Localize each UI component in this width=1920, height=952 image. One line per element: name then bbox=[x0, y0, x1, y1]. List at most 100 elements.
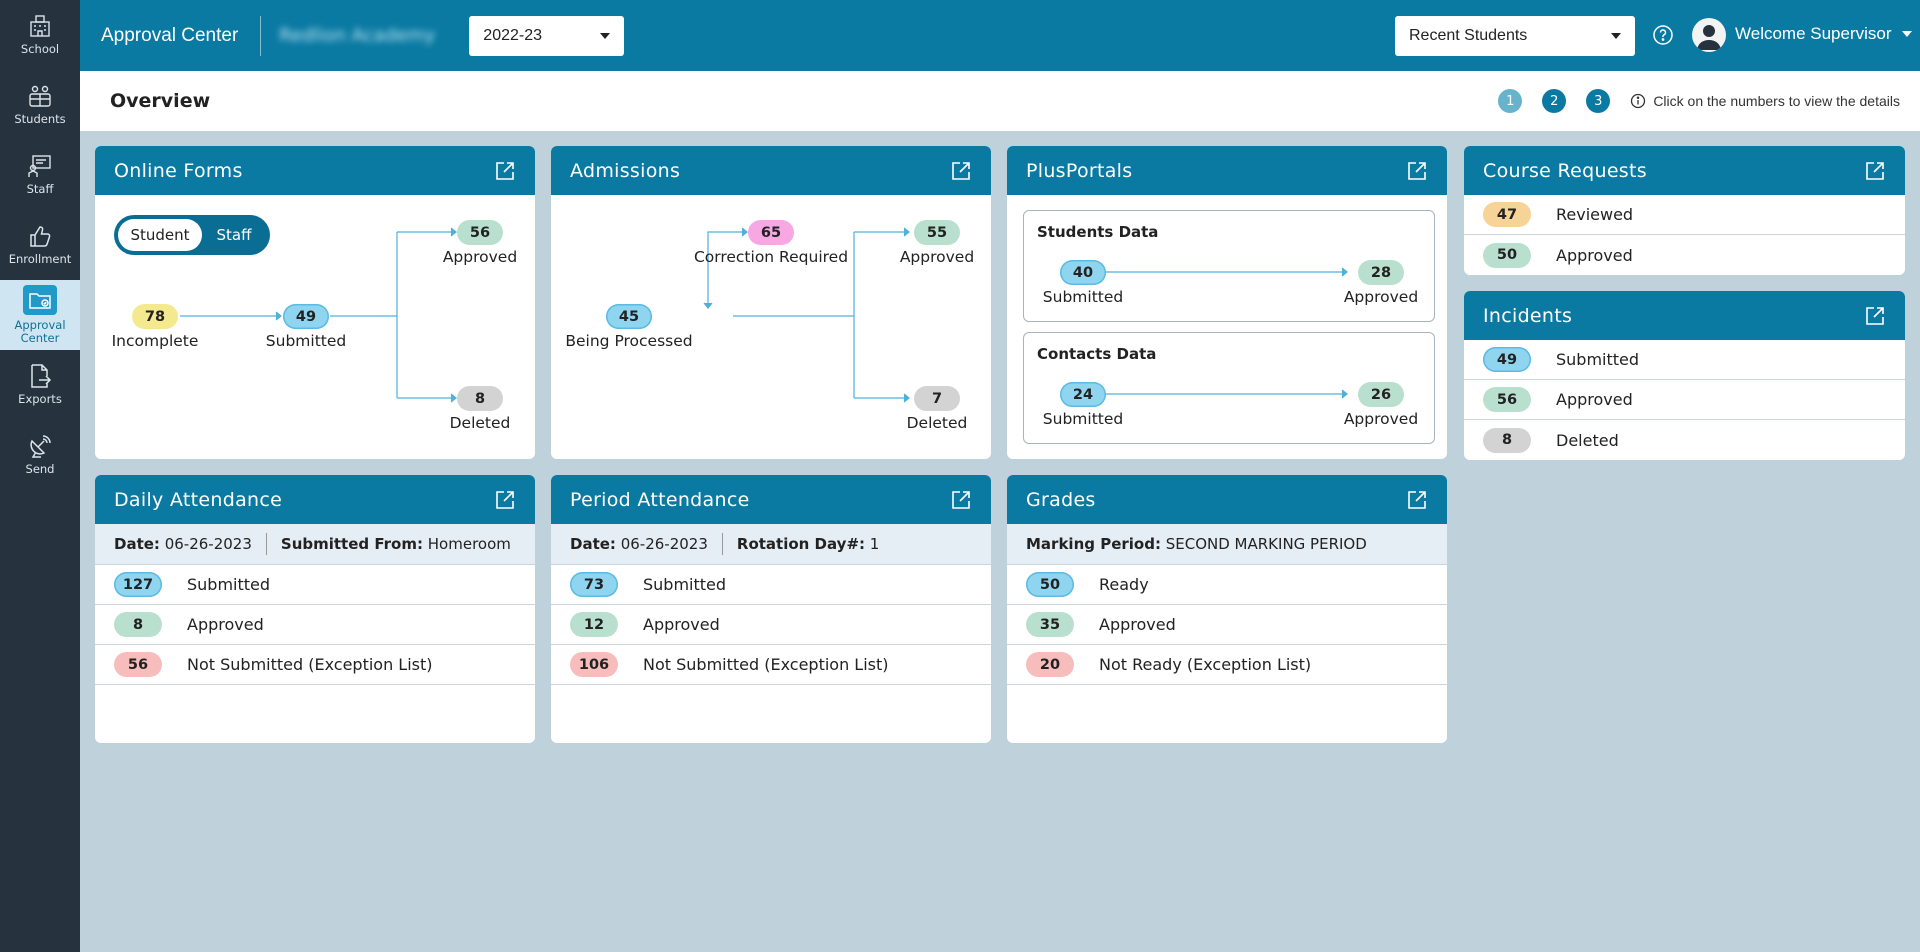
external-link-icon[interactable] bbox=[950, 160, 972, 182]
list-item[interactable]: 47 Reviewed bbox=[1464, 195, 1905, 235]
row-label: Approved bbox=[643, 615, 720, 634]
card-header: PlusPortals bbox=[1007, 146, 1447, 195]
count-badge: 8 bbox=[457, 386, 503, 411]
card-header: Course Requests bbox=[1464, 146, 1905, 195]
sidebar-item-label: Center bbox=[20, 331, 60, 345]
count-badge: 8 bbox=[1483, 427, 1531, 453]
welcome-text: Welcome Supervisor bbox=[1735, 24, 1892, 43]
school-year-select[interactable]: 2022-23 bbox=[469, 15, 625, 56]
list-item[interactable]: 50 Approved bbox=[1464, 235, 1905, 275]
sidebar-item-label: Enrollment bbox=[8, 252, 72, 267]
toggle-student[interactable]: Student bbox=[118, 219, 202, 251]
count-badge: 55 bbox=[914, 220, 960, 245]
count-badge: 35 bbox=[1026, 612, 1074, 637]
legend-number-2[interactable]: 2 bbox=[1542, 89, 1567, 113]
divider bbox=[265, 533, 267, 555]
rotation-day-label: Rotation Day#: bbox=[736, 535, 866, 553]
list-item[interactable]: 50 Ready bbox=[1007, 565, 1447, 605]
card-title: PlusPortals bbox=[1026, 159, 1133, 182]
sidebar-item-label: School bbox=[20, 42, 60, 57]
sidebar-item-send[interactable]: Send bbox=[0, 420, 80, 490]
external-link-icon[interactable] bbox=[494, 489, 516, 511]
external-link-icon[interactable] bbox=[494, 160, 516, 182]
flow-label: Approved bbox=[1343, 288, 1419, 306]
sidebar-item-exports[interactable]: Exports bbox=[0, 350, 80, 420]
chevron-down-icon bbox=[1611, 33, 1621, 39]
card-header: Incidents bbox=[1464, 291, 1905, 340]
flow-label: Incomplete bbox=[111, 332, 199, 350]
flow-node-submitted[interactable]: 24 Submitted bbox=[1038, 382, 1128, 428]
info-row: Date: 06-26-2023 Submitted From: Homeroo… bbox=[95, 524, 535, 565]
student-staff-toggle: Student Staff bbox=[114, 215, 270, 255]
date-value: 06-26-2023 bbox=[620, 535, 708, 553]
divider bbox=[721, 533, 723, 555]
flow-label: Submitted bbox=[265, 332, 347, 350]
external-link-icon[interactable] bbox=[1406, 160, 1428, 182]
flow-node-submitted[interactable]: 40 Submitted bbox=[1038, 260, 1128, 306]
help-icon[interactable] bbox=[1652, 24, 1674, 46]
external-link-icon[interactable] bbox=[950, 489, 972, 511]
flow-node-approved[interactable]: 26 Approved bbox=[1336, 382, 1426, 428]
sidebar-item-school[interactable]: School bbox=[0, 0, 80, 70]
flow-node-deleted[interactable]: 7 Deleted bbox=[897, 386, 977, 432]
flow-node-submitted[interactable]: 49 Submitted bbox=[265, 304, 347, 350]
recent-students-value: Recent Students bbox=[1409, 27, 1528, 44]
toggle-staff[interactable]: Staff bbox=[202, 219, 266, 251]
card-title: Grades bbox=[1026, 488, 1096, 511]
avatar[interactable] bbox=[1692, 18, 1726, 52]
submitted-from-value: Homeroom bbox=[427, 535, 511, 553]
external-link-icon[interactable] bbox=[1864, 160, 1886, 182]
count-badge: 49 bbox=[1483, 347, 1531, 372]
online-forms-flow: Student Staff 78 Incomplete 49 Submitted… bbox=[95, 195, 535, 459]
user-menu[interactable]: Welcome Supervisor bbox=[1735, 24, 1912, 44]
students-icon bbox=[29, 86, 51, 108]
list-item[interactable]: 73 Submitted bbox=[551, 565, 991, 605]
list-item[interactable]: 49 Submitted bbox=[1464, 340, 1905, 380]
folder-approval-icon bbox=[29, 293, 51, 309]
list-item[interactable]: 106 Not Submitted (Exception List) bbox=[551, 645, 991, 685]
count-badge: 45 bbox=[606, 304, 652, 329]
rotation-day-value: 1 bbox=[869, 535, 880, 553]
staff-icon bbox=[28, 155, 51, 178]
row-label: Approved bbox=[1556, 245, 1633, 265]
count-badge: 50 bbox=[1026, 572, 1074, 597]
count-badge: 40 bbox=[1060, 260, 1106, 285]
date-label: Date: bbox=[570, 535, 616, 553]
sidebar-item-approval-center[interactable]: Approval Center bbox=[0, 280, 80, 350]
recent-students-select[interactable]: Recent Students bbox=[1395, 16, 1635, 56]
sidebar-item-staff[interactable]: Staff bbox=[0, 140, 80, 210]
count-badge: 65 bbox=[748, 220, 794, 245]
sidebar-item-students[interactable]: Students bbox=[0, 70, 80, 140]
list-item[interactable]: 127 Submitted bbox=[95, 565, 535, 605]
list-item[interactable]: 35 Approved bbox=[1007, 605, 1447, 645]
sidebar-item-enrollment[interactable]: Enrollment bbox=[0, 210, 80, 280]
list-item[interactable]: 8 Deleted bbox=[1464, 420, 1905, 460]
count-badge: 26 bbox=[1358, 382, 1404, 407]
count-badge: 56 bbox=[114, 652, 162, 677]
count-badge: 56 bbox=[457, 220, 503, 245]
flow-node-approved[interactable]: 56 Approved bbox=[440, 220, 520, 266]
online-forms-card: Online Forms Student Staff 78 Incomplete… bbox=[95, 146, 535, 459]
list-item[interactable]: 20 Not Ready (Exception List) bbox=[1007, 645, 1447, 685]
flow-node-deleted[interactable]: 8 Deleted bbox=[440, 386, 520, 432]
sidebar-item-label: Students bbox=[14, 112, 66, 127]
flow-node-being-processed[interactable]: 45 Being Processed bbox=[565, 304, 693, 350]
list-item[interactable]: 12 Approved bbox=[551, 605, 991, 645]
list-item[interactable]: 56 Approved bbox=[1464, 380, 1905, 420]
external-link-icon[interactable] bbox=[1864, 305, 1886, 327]
external-link-icon[interactable] bbox=[1406, 489, 1428, 511]
list-item[interactable]: 8 Approved bbox=[95, 605, 535, 645]
row-label: Approved bbox=[187, 615, 264, 634]
list-item[interactable]: 56 Not Submitted (Exception List) bbox=[95, 645, 535, 685]
flow-node-incomplete[interactable]: 78 Incomplete bbox=[111, 304, 199, 350]
flow-node-approved[interactable]: 55 Approved bbox=[897, 220, 977, 266]
legend-number-3[interactable]: 3 bbox=[1586, 89, 1611, 113]
marking-period-value: SECOND MARKING PERIOD bbox=[1165, 535, 1367, 553]
flow-node-correction-required[interactable]: 65 Correction Required bbox=[691, 220, 851, 266]
flow-node-approved[interactable]: 28 Approved bbox=[1336, 260, 1426, 306]
chevron-down-icon bbox=[1901, 31, 1912, 37]
legend-number-1[interactable]: 1 bbox=[1498, 89, 1523, 113]
count-badge: 47 bbox=[1483, 202, 1531, 227]
row-label: Reviewed bbox=[1556, 205, 1634, 224]
sidebar-item-label: Staff bbox=[26, 182, 54, 197]
